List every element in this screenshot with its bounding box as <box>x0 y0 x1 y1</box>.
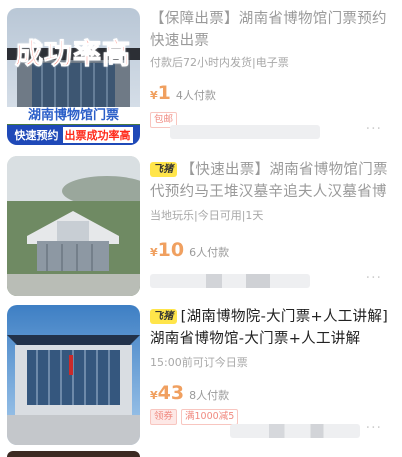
currency-symbol: ¥ <box>150 389 158 402</box>
shop-row-3[interactable]: ... <box>150 416 392 442</box>
product-title-2[interactable]: 【快速出票】湖南省博物馆门票代预约马王堆汉墓辛追夫人汉墓省博 <box>150 162 388 200</box>
image-label-title: 湖南博物馆门票 <box>7 107 140 124</box>
paid-count-1: 4人付款 <box>175 89 216 102</box>
fliggy-badge: 飞猪 <box>150 162 177 177</box>
product-card-2[interactable]: 飞猪 【快速出票】湖南省博物馆门票代预约马王堆汉墓辛追夫人汉墓省博 当地玩乐|今日… <box>0 150 402 300</box>
product-image-1[interactable]: 成功率高 湖南博物馆门票 快速预约 出票成功率高 <box>7 8 140 145</box>
product-card-1[interactable]: 成功率高 湖南博物馆门票 快速预约 出票成功率高 【保障出票】湖南省博物馆门票预… <box>0 0 402 150</box>
product-image-3[interactable] <box>7 305 140 445</box>
more-options-icon[interactable]: ... <box>366 416 382 432</box>
product-image-2[interactable] <box>7 156 140 296</box>
paid-count-3: 8人付款 <box>189 389 230 402</box>
product-subtitle-1: 付款后72小时内发货|电子票 <box>150 56 289 69</box>
blurred-shop-name <box>230 424 360 438</box>
product-card-3[interactable]: 飞猪 [湖南博物院-大门票+人工讲解]湖南省博物馆-大门票+人工讲解 15:00前… <box>0 300 402 457</box>
product-subtitle-2: 当地玩乐|今日可用|1天 <box>150 209 264 222</box>
museum-front-photo <box>7 305 140 445</box>
more-options-icon[interactable]: ... <box>366 117 382 133</box>
image-caption: 成功率高 <box>14 37 132 71</box>
image-label-bar: 快速预约 出票成功率高 <box>7 125 140 145</box>
next-item-image-edge <box>7 451 140 457</box>
product-price-1: 1 <box>157 82 171 104</box>
blurred-shop-name <box>150 274 310 288</box>
fliggy-badge: 飞猪 <box>150 309 177 324</box>
currency-symbol: ¥ <box>150 89 158 102</box>
product-subtitle-3: 15:00前可订今日票 <box>150 356 248 369</box>
shop-row-2[interactable]: ... <box>150 266 392 292</box>
product-price-3: 43 <box>157 382 185 404</box>
more-options-icon[interactable]: ... <box>366 266 382 282</box>
blurred-shop-name <box>170 125 320 139</box>
currency-symbol: ¥ <box>150 246 158 259</box>
paid-count-2: 6人付款 <box>189 246 230 259</box>
museum-aerial-photo <box>7 156 140 296</box>
shop-row-1[interactable]: ... <box>150 117 392 143</box>
product-price-2: 10 <box>157 239 185 261</box>
product-title-1[interactable]: 【保障出票】湖南省博物馆门票预约快速出票 <box>150 8 392 52</box>
product-title-3[interactable]: [湖南博物院-大门票+人工讲解]湖南省博物馆-大门票+人工讲解 <box>150 309 388 347</box>
